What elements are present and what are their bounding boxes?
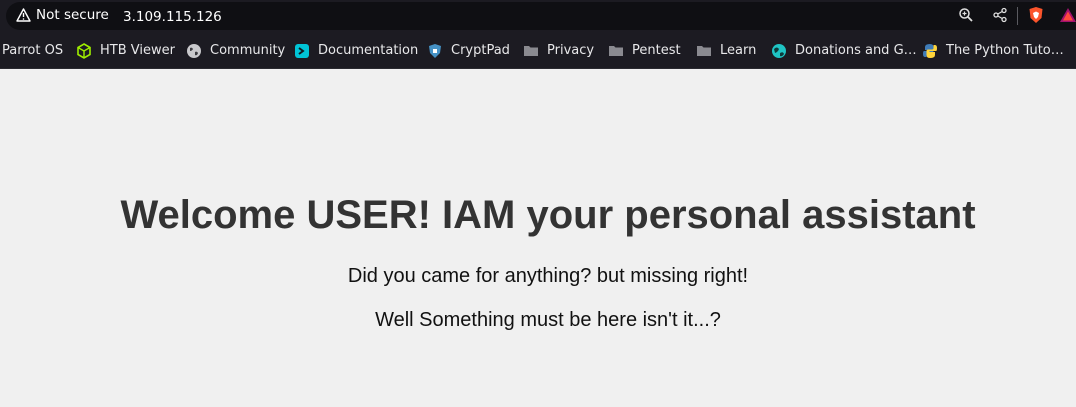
bookmarks-bar: Parrot OS HTB Viewer Community Documenta…	[0, 32, 1076, 69]
url-text[interactable]: 3.109.115.126	[123, 9, 222, 25]
brave-rewards-icon[interactable]	[1059, 6, 1076, 24]
earth-icon	[771, 43, 787, 59]
shield-icon	[427, 43, 443, 59]
warning-icon	[16, 8, 31, 22]
address-bar: Not secure 3.109.115.126	[0, 0, 1076, 32]
url-box[interactable]: Not secure 3.109.115.126	[6, 2, 1076, 30]
bookmark-label: Learn	[720, 43, 757, 58]
zoom-icon[interactable]	[957, 6, 975, 24]
bookmark-folder-pentest[interactable]: Pentest	[608, 32, 681, 69]
brave-shield-icon[interactable]	[1027, 6, 1045, 24]
bookmark-label: Privacy	[547, 43, 595, 58]
bookmark-label: Community	[210, 43, 286, 58]
python-icon	[922, 43, 938, 59]
bookmark-label: Documentation	[318, 43, 419, 58]
folder-icon	[608, 43, 624, 59]
bookmark-label: HTB Viewer	[100, 43, 175, 58]
toolbar-divider	[1017, 7, 1018, 25]
subtitle-line-1: Did you came for anything? but missing r…	[347, 265, 749, 287]
bookmark-label: Pentest	[632, 43, 681, 58]
folder-icon	[523, 43, 539, 59]
bookmark-donations[interactable]: Donations and G…	[771, 32, 917, 69]
bookmark-label: The Python Tuto…	[946, 43, 1064, 58]
subtitle-line-2: Well Something must be here isn't it...?	[375, 309, 721, 331]
bookmark-parrot-os[interactable]: Parrot OS	[2, 32, 63, 69]
bookmark-cryptpad[interactable]: CryptPad	[427, 32, 510, 69]
bookmark-folder-learn[interactable]: Learn	[696, 32, 756, 69]
bookmark-python-tutorial[interactable]: The Python Tuto…	[922, 32, 1064, 69]
bookmark-folder-privacy[interactable]: Privacy	[523, 32, 594, 69]
bookmark-label: Donations and G…	[795, 43, 917, 58]
green-cube-icon	[76, 42, 92, 59]
bookmark-label: Parrot OS	[2, 43, 64, 58]
bookmark-documentation[interactable]: Documentation	[294, 32, 418, 69]
folder-icon	[696, 43, 712, 59]
security-label: Not secure	[36, 7, 109, 23]
security-indicator[interactable]: Not secure	[16, 7, 109, 23]
page-content: Welcome USER! IAM your personal assistan…	[0, 69, 1076, 407]
page-heading: Welcome USER! IAM your personal assistan…	[120, 193, 976, 237]
bookmark-community[interactable]: Community	[186, 32, 285, 69]
bookmark-htb-viewer[interactable]: HTB Viewer	[76, 32, 175, 69]
globe-icon	[186, 43, 202, 59]
bookmark-label: CryptPad	[451, 43, 510, 58]
share-icon[interactable]	[991, 6, 1009, 24]
doc-app-icon	[294, 43, 310, 59]
